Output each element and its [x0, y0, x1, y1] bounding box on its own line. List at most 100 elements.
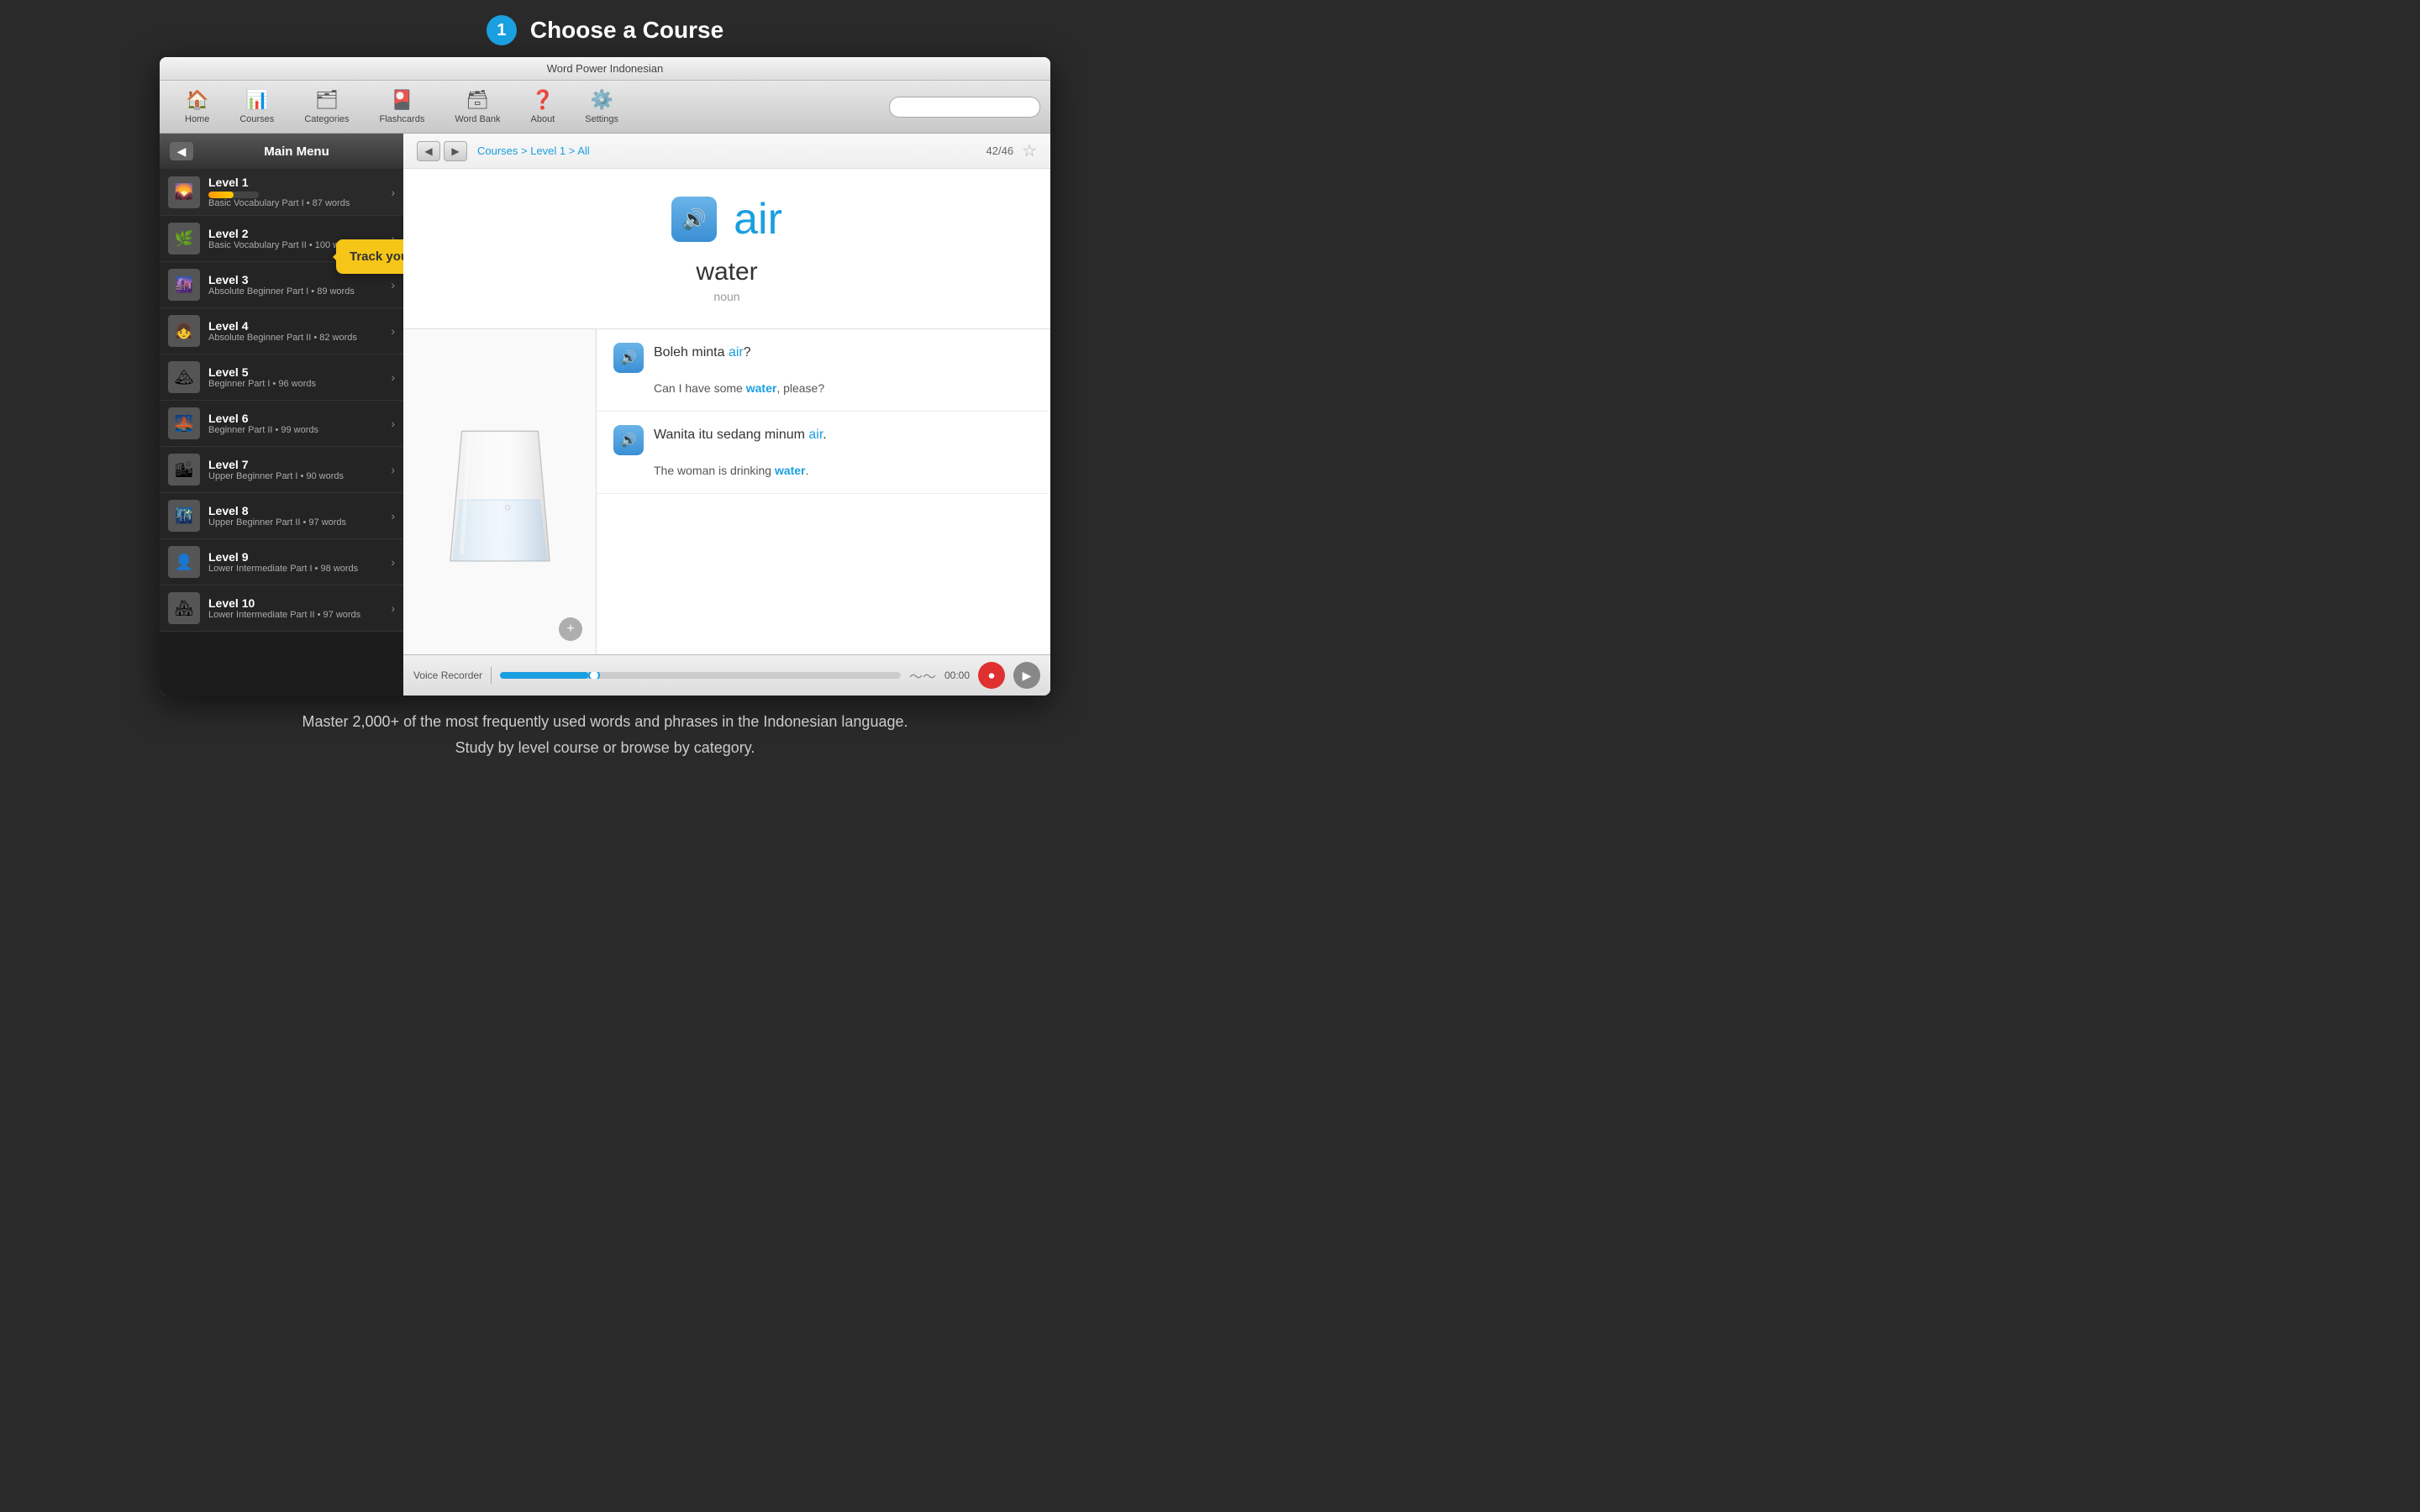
level-thumb-8: 🌃 — [168, 500, 200, 532]
word-area: 🔊 air water noun — [403, 169, 1050, 329]
play-button[interactable]: ▶ — [1013, 662, 1040, 689]
level-progress-bar-1 — [208, 192, 259, 198]
nav-flashcards-label: Flashcards — [380, 114, 425, 124]
recorder-track[interactable] — [500, 672, 901, 679]
nav-wordbank[interactable]: 🗃 Word Bank — [439, 86, 515, 128]
breadcrumb-link[interactable]: Courses > Level 1 > All — [477, 144, 590, 157]
level-info-4: Level 4Absolute Beginner Part II • 82 wo… — [208, 319, 386, 343]
level-desc-1: Basic Vocabulary Part I • 87 words — [208, 198, 386, 208]
level-desc-7: Upper Beginner Part I • 90 words — [208, 471, 386, 481]
level-desc-8: Upper Beginner Part II • 97 words — [208, 517, 386, 528]
level-desc-5: Beginner Part I • 96 words — [208, 379, 386, 389]
prev-button[interactable]: ◀ — [417, 141, 440, 161]
word-part-of-speech: noun — [713, 290, 739, 303]
level-info-5: Level 5Beginner Part I • 96 words — [208, 365, 386, 389]
nav-arrows: ◀ ▶ — [417, 141, 467, 161]
flashcards-icon: 🎴 — [391, 89, 413, 111]
home-icon: 🏠 — [186, 89, 208, 111]
sentence-audio-button-0[interactable]: 🔊 — [613, 343, 644, 373]
top-header: 1 Choose a Course — [0, 0, 1210, 57]
nav-about[interactable]: ❓ About — [516, 86, 571, 128]
level-thumb-10: 🏘 — [168, 592, 200, 624]
level-name-7: Level 7 — [208, 458, 386, 471]
recorder-progress — [500, 672, 588, 679]
level-item-9[interactable]: 👤 Level 9Lower Intermediate Part I • 98 w… — [160, 539, 403, 585]
level-info-1: Level 1Basic Vocabulary Part I • 87 word… — [208, 176, 386, 208]
word-audio-button[interactable]: 🔊 — [671, 197, 717, 242]
courses-icon: 📊 — [245, 89, 268, 111]
level-chevron-6: › — [391, 417, 395, 430]
level-progress-fill-1 — [208, 192, 234, 198]
zoom-button[interactable]: + — [559, 617, 582, 641]
level-item-5[interactable]: 🏔Level 5Beginner Part I • 96 words› — [160, 354, 403, 401]
nav-categories[interactable]: 🗂 Categories — [289, 86, 364, 128]
level-item-4[interactable]: 👧 Level 4Absolute Beginner Part II • 82 w… — [160, 308, 403, 354]
word-header: 🔊 air — [671, 194, 782, 244]
level-name-9: Level 9 — [208, 550, 386, 564]
nav-about-label: About — [531, 114, 555, 124]
nav-settings[interactable]: ⚙️ Settings — [570, 86, 634, 128]
level-desc-3: Absolute Beginner Part I • 89 words — [208, 286, 386, 297]
sentence-english-text-1: The woman is drinking water. — [654, 462, 1034, 480]
footer-line2: Study by level course or browse by categ… — [455, 739, 755, 756]
level-item-2[interactable]: 🌿Level 2Basic Vocabulary Part II • 100 w… — [160, 216, 403, 262]
level-thumb-4: 👧 — [168, 315, 200, 347]
sentence-row-0: 🔊Boleh minta air? — [613, 343, 1034, 373]
breadcrumb: Courses > Level 1 > All — [467, 144, 986, 157]
sentence-english-text-0: Can I have some water, please? — [654, 380, 1034, 397]
level-info-8: Level 8Upper Beginner Part II • 97 words — [208, 504, 386, 528]
recorder-time: 00:00 — [944, 669, 970, 681]
recorder-divider — [491, 667, 492, 684]
level-item-6[interactable]: 🌉Level 6Beginner Part II • 99 words› — [160, 401, 403, 447]
recorder-wave-icon: 〜〜 — [909, 665, 936, 685]
bottom-section: + 🔊Boleh minta air? Can I have some water… — [403, 329, 1050, 654]
nav-bar: 🏠 Home 📊 Courses 🗂 Categories 🎴 Flashcar… — [160, 81, 1050, 134]
sentence-item-0: 🔊Boleh minta air? Can I have some water, … — [597, 329, 1050, 412]
level-info-10: Level 10Lower Intermediate Part II • 97 … — [208, 596, 386, 620]
glass-image — [424, 408, 576, 576]
nav-courses[interactable]: 📊 Courses — [224, 86, 289, 128]
sidebar-title: Main Menu — [200, 144, 393, 159]
next-button[interactable]: ▶ — [444, 141, 467, 161]
categories-icon: 🗂 — [315, 89, 339, 111]
level-chevron-7: › — [391, 463, 395, 476]
nav-settings-label: Settings — [585, 114, 618, 124]
level-name-2: Level 2 — [208, 227, 386, 240]
record-button[interactable]: ⏺ — [978, 662, 1005, 689]
level-item-1[interactable]: 🌄Level 1Basic Vocabulary Part I • 87 wor… — [160, 169, 403, 216]
level-chevron-8: › — [391, 509, 395, 522]
level-info-3: Level 3Absolute Beginner Part I • 89 wor… — [208, 273, 386, 297]
sentence-audio-button-1[interactable]: 🔊 — [613, 425, 644, 455]
sidebar-list: 🌄Level 1Basic Vocabulary Part I • 87 wor… — [160, 169, 403, 696]
nav-wordbank-label: Word Bank — [455, 114, 500, 124]
recorder-thumb — [588, 672, 600, 679]
nav-flashcards[interactable]: 🎴 Flashcards — [365, 86, 440, 128]
level-thumb-9: 👤 — [168, 546, 200, 578]
about-icon: ❓ — [531, 89, 554, 111]
footer-description: Master 2,000+ of the most frequently use… — [0, 696, 1210, 770]
level-chevron-10: › — [391, 601, 395, 615]
step-badge: 1 — [487, 15, 517, 45]
level-name-3: Level 3 — [208, 273, 386, 286]
progress-tooltip: Track your progress — [336, 239, 403, 274]
level-name-5: Level 5 — [208, 365, 386, 379]
level-info-9: Level 9Lower Intermediate Part I • 98 wo… — [208, 550, 386, 574]
sidebar: ◀ Main Menu 🌄Level 1Basic Vocabulary Par… — [160, 134, 403, 696]
search-input[interactable] — [889, 97, 1040, 118]
favorite-button[interactable]: ☆ — [1022, 140, 1037, 161]
level-item-7[interactable]: 🏙 Level 7Upper Beginner Part I • 90 words… — [160, 447, 403, 493]
main-content: ◀ ▶ Courses > Level 1 > All 42/46 ☆ 🔊 ai… — [403, 134, 1050, 696]
search-wrapper — [889, 97, 1040, 118]
sidebar-back-button[interactable]: ◀ — [170, 142, 193, 160]
level-item-8[interactable]: 🌃 Level 8Upper Beginner Part II • 97 word… — [160, 493, 403, 539]
level-info-6: Level 6Beginner Part II • 99 words — [208, 412, 386, 435]
content-area: ◀ Main Menu 🌄Level 1Basic Vocabulary Par… — [160, 134, 1050, 696]
nav-home[interactable]: 🏠 Home — [170, 86, 224, 128]
level-thumb-7: 🏙 — [168, 454, 200, 486]
level-item-10[interactable]: 🏘 Level 10Lower Intermediate Part II • 97… — [160, 585, 403, 632]
title-bar: Word Power Indonesian — [160, 57, 1050, 81]
main-top-bar: ◀ ▶ Courses > Level 1 > All 42/46 ☆ — [403, 134, 1050, 169]
level-name-6: Level 6 — [208, 412, 386, 425]
level-desc-4: Absolute Beginner Part II • 82 words — [208, 333, 386, 343]
nav-home-label: Home — [185, 114, 209, 124]
